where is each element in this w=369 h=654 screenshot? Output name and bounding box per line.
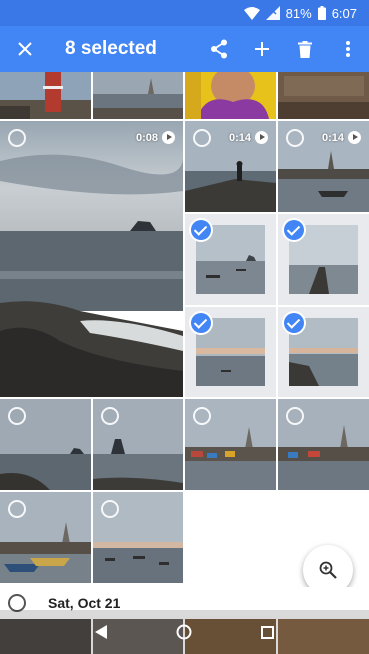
battery-icon — [317, 6, 326, 20]
share-button[interactable] — [197, 26, 240, 72]
status-bar: 81% 6:07 — [0, 0, 369, 26]
recents-icon — [261, 625, 275, 639]
select-toggle[interactable] — [286, 407, 304, 425]
photo-dark-interior — [278, 72, 369, 119]
more-icon — [345, 41, 350, 57]
select-toggle[interactable] — [193, 407, 211, 425]
video-duration: 0:14 — [321, 131, 344, 144]
delete-button[interactable] — [283, 26, 326, 72]
video-duration: 0:08 — [135, 131, 158, 144]
video-tile[interactable]: 0:14 — [185, 121, 276, 212]
home-button[interactable] — [176, 624, 192, 640]
signal-icon — [265, 6, 280, 20]
video-duration-badge: 0:08 — [136, 131, 175, 144]
clock: 6:07 — [331, 5, 357, 21]
photo-tile[interactable] — [0, 72, 91, 119]
play-icon — [162, 131, 175, 144]
photo-tile-selected[interactable] — [185, 214, 276, 305]
photo-shore-statue — [93, 72, 183, 119]
photo-tile[interactable] — [185, 72, 276, 119]
back-button[interactable] — [94, 625, 107, 639]
photo-tile-selected[interactable] — [278, 307, 369, 397]
play-icon — [348, 131, 361, 144]
video-tile[interactable]: 0:14 — [278, 121, 369, 212]
select-toggle-checked[interactable] — [284, 313, 304, 333]
video-thumbnail-sea — [0, 121, 183, 397]
select-toggle[interactable] — [286, 129, 304, 147]
battery-percent: 81% — [285, 5, 312, 21]
video-tile-large[interactable]: 0:08 — [0, 121, 183, 397]
more-options-button[interactable] — [326, 26, 369, 72]
add-icon — [254, 42, 269, 56]
recents-button[interactable] — [261, 625, 275, 639]
select-toggle[interactable] — [8, 129, 26, 147]
photo-tile[interactable] — [93, 72, 183, 119]
close-icon — [18, 42, 32, 56]
home-icon — [176, 624, 192, 640]
select-toggle[interactable] — [101, 500, 119, 518]
photo-tile-selected[interactable] — [278, 214, 369, 305]
trash-icon — [297, 40, 312, 58]
select-toggle-checked[interactable] — [284, 220, 304, 240]
back-icon — [94, 625, 107, 639]
wifi-icon — [243, 6, 260, 20]
selection-app-bar: 8 selected — [0, 26, 369, 72]
share-icon — [210, 39, 227, 59]
select-toggle[interactable] — [8, 500, 26, 518]
video-duration-badge: 0:14 — [229, 131, 268, 144]
select-toggle-checked[interactable] — [191, 313, 211, 333]
video-duration-badge: 0:14 — [322, 131, 361, 144]
photo-lighthouse — [0, 72, 91, 119]
photo-tile[interactable] — [278, 72, 369, 119]
photo-tile-selected[interactable] — [185, 307, 276, 397]
photo-tile[interactable] — [93, 399, 183, 490]
selection-count-title: 8 selected — [65, 38, 157, 59]
video-duration: 0:14 — [228, 131, 251, 144]
play-icon — [255, 131, 268, 144]
date-label: Sat, Oct 21 — [48, 595, 121, 611]
add-to-button[interactable] — [240, 26, 283, 72]
select-toggle[interactable] — [8, 407, 26, 425]
close-button[interactable] — [0, 26, 50, 72]
photo-tile[interactable] — [0, 492, 91, 583]
zoom-icon — [319, 561, 337, 579]
photo-selfie — [185, 72, 276, 119]
system-navigation-bar — [0, 610, 369, 654]
photo-tile[interactable] — [278, 399, 369, 490]
photo-tile[interactable] — [185, 399, 276, 490]
select-toggle[interactable] — [193, 129, 211, 147]
select-toggle[interactable] — [101, 407, 119, 425]
photo-grid: 0:08 0:14 0:14 — [0, 72, 369, 612]
photo-tile[interactable] — [93, 492, 183, 583]
select-toggle-checked[interactable] — [191, 220, 211, 240]
photo-tile[interactable] — [0, 399, 91, 490]
